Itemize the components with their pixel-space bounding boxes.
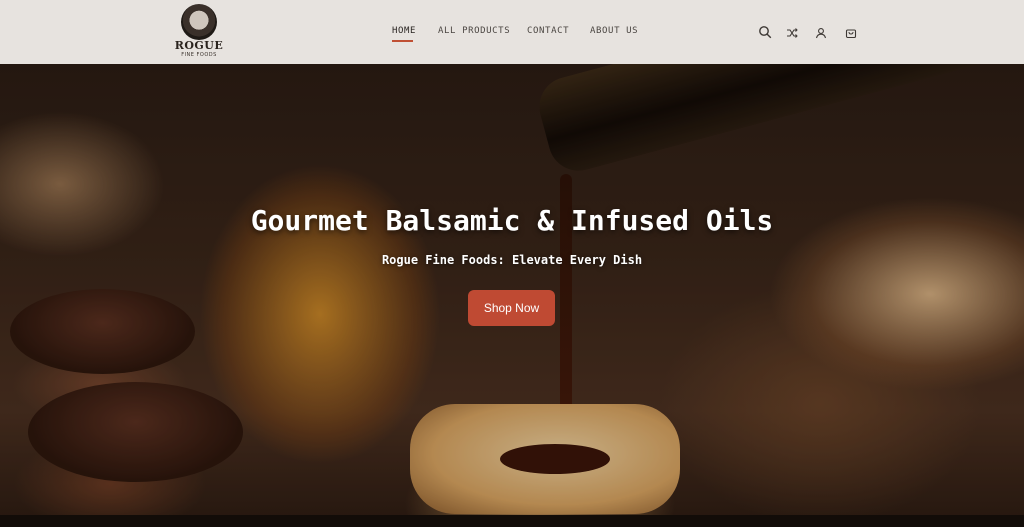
user-icon[interactable] — [815, 24, 827, 43]
search-icon[interactable] — [758, 24, 772, 43]
shuffle-icon[interactable] — [786, 24, 798, 43]
next-section-edge — [0, 515, 1024, 527]
logo-figure-icon — [181, 4, 217, 40]
cart-icon[interactable] — [845, 24, 857, 43]
hero-title: Gourmet Balsamic & Infused Oils — [250, 204, 774, 237]
brand-name: ROGUE — [174, 39, 224, 52]
brand-tagline: FINE FOODS — [181, 52, 217, 58]
nav-contact[interactable]: CONTACT — [527, 26, 569, 36]
nav-all-products[interactable]: ALL PRODUCTS — [438, 26, 510, 36]
nav-active-indicator — [392, 40, 413, 42]
hero-subtitle: Rogue Fine Foods: Elevate Every Dish — [381, 253, 643, 267]
brand-logo[interactable]: ROGUE FINE FOODS — [172, 4, 226, 58]
nav-about-us[interactable]: ABOUT US — [590, 26, 638, 36]
nav-home[interactable]: HOME — [392, 26, 416, 36]
shop-now-button[interactable]: Shop Now — [468, 290, 555, 326]
site-header: ROGUE FINE FOODS HOME ALL PRODUCTS CONTA… — [0, 0, 1024, 64]
